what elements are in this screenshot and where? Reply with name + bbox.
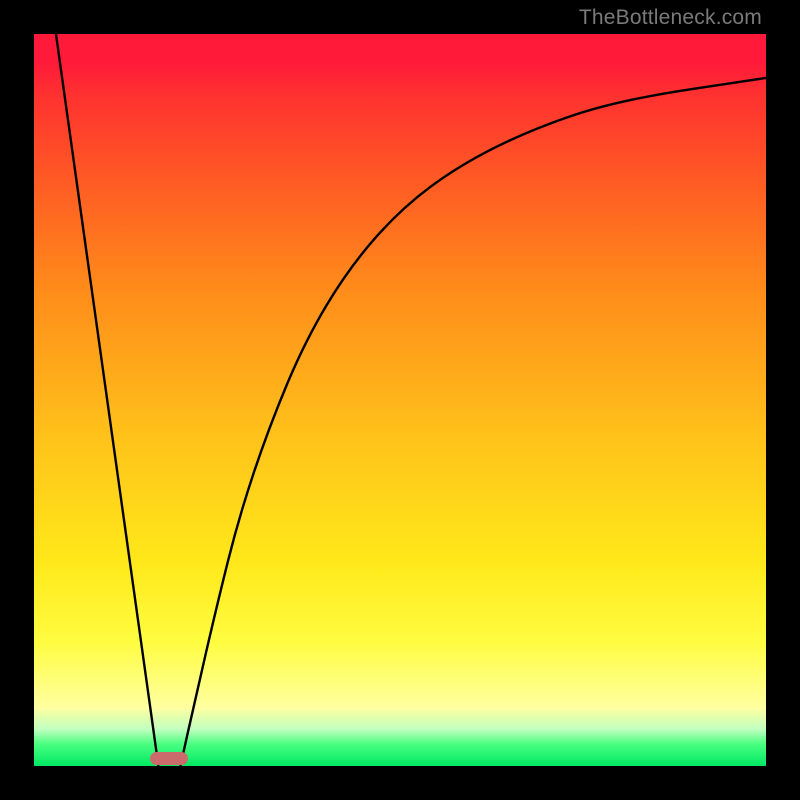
chart-curve <box>34 34 766 766</box>
chart-curve-path <box>56 34 766 766</box>
chart-plot-area <box>34 34 766 766</box>
marker-pill <box>150 752 188 765</box>
watermark-text: TheBottleneck.com <box>579 6 762 30</box>
